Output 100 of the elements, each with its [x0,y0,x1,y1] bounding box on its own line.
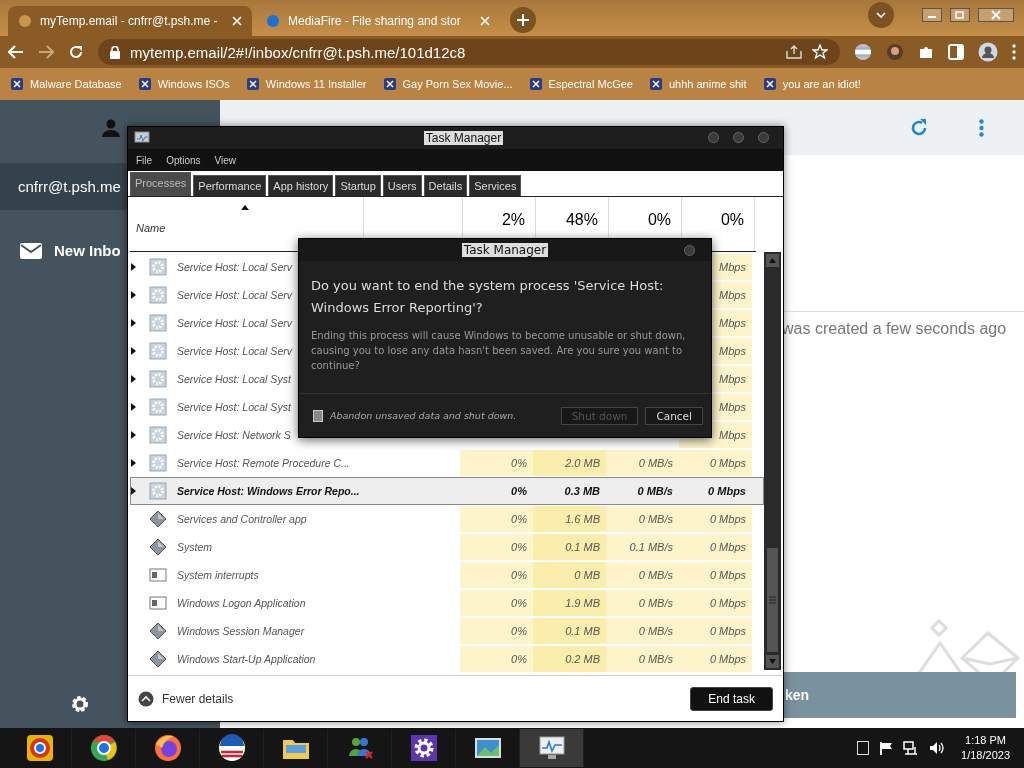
restore-icon[interactable] [950,8,970,22]
expand-arrow-icon[interactable] [131,375,136,383]
site-icon [137,77,152,91]
expand-arrow-icon[interactable] [131,291,136,299]
table-cell-text: 0 Mbps [707,484,747,499]
square-icon[interactable] [857,741,870,755]
tab[interactable]: Performance [193,175,267,196]
profile-icon[interactable] [978,42,998,62]
table-cell: 0% [460,618,533,644]
tab[interactable]: App history [268,175,334,196]
column-header[interactable]: Name [136,222,363,234]
taskbar-button[interactable] [520,729,584,767]
table-cell: 0 MB/s [606,450,679,476]
process-name: Windows Start-Up Application [177,653,316,665]
gear-icon [149,454,167,472]
table-cell-text: 0 MB/s [636,484,674,499]
expand-arrow-icon[interactable] [131,263,136,271]
menu-dots-icon[interactable] [979,118,984,137]
checkbox-label[interactable]: Abandon unsaved data and shut down. [330,410,554,421]
clock[interactable]: 1:18 PM 1/18/2023 [961,733,1010,763]
tab-search-button[interactable] [868,2,894,28]
close-icon[interactable] [978,8,1014,22]
table-cell: 0.1 MB [533,534,606,560]
tab[interactable]: Processes [130,172,192,196]
envelope-icon [20,242,42,259]
new-tab-button[interactable] [510,7,536,33]
table-cell: 0 MB/s [606,562,679,588]
expand-arrow-icon[interactable] [131,459,136,467]
tab[interactable]: Services [469,175,522,196]
table-cell: 1.6 MB [533,506,606,532]
site-icon [18,14,32,28]
settings-icon[interactable] [70,694,90,714]
flag-icon[interactable] [879,741,894,755]
expand-arrow-icon[interactable] [131,319,136,327]
diamond-icon [149,650,167,668]
table-cell: 0 Mbps [679,618,752,644]
back-arrow-icon[interactable] [8,45,24,59]
process-name: Windows Session Manager [177,625,305,637]
minimize-icon[interactable] [922,8,942,22]
scrollbar[interactable] [764,252,781,670]
gear-icon [149,398,167,416]
sidebar-item[interactable]: New Inbo [0,210,127,259]
menu-item[interactable]: View [214,154,237,166]
side-panel-icon[interactable] [948,44,964,60]
gear-icon [149,286,167,304]
network-icon[interactable] [903,741,920,755]
fewer-details-link[interactable]: Fewer details [162,691,234,706]
table-cell: 0 MB/s [606,618,679,644]
expand-arrow-icon[interactable] [131,403,136,411]
process-name: Services and Controller app [177,513,307,525]
maximize-button[interactable] [733,132,744,143]
monitor-icon [134,131,150,145]
expand-arrow-icon[interactable] [131,347,136,355]
window-title: Task Manager [423,131,504,145]
dialog-title: Task Manager [461,243,549,257]
collapse-icon[interactable] [138,690,154,707]
table-cell: 0.2 MB [533,646,606,672]
tab[interactable]: Users [382,175,422,196]
menu-item[interactable]: Options [166,154,201,166]
end-task-button[interactable]: End task [690,686,773,711]
account-address[interactable]: cnfrr@t.psh.me [0,163,127,210]
table-cell: 0 Mbps [679,590,752,616]
share-icon[interactable] [786,45,802,59]
dialog-button[interactable]: Cancel [645,406,703,425]
close-button[interactable] [684,245,695,256]
expand-arrow-icon[interactable] [131,431,136,439]
process-name: Service Host: Local Serv [177,289,292,301]
forward-arrow-icon[interactable] [38,45,54,59]
minimize-button[interactable] [708,132,719,143]
speaker-icon[interactable] [929,741,946,755]
reload-icon[interactable] [68,44,84,60]
table-cell: 0% [460,646,533,672]
gear-icon [149,482,167,500]
table-cell: 0 Mbps [679,450,752,476]
browser-tab[interactable]: myTemp.email - cnfrr@t.psh.me - [8,6,252,36]
table-cell: 0 MB [533,562,606,588]
star-icon[interactable] [812,44,828,60]
table-cell: 2.0 MB [533,450,606,476]
tab[interactable]: Startup [335,175,381,196]
checkbox[interactable] [313,409,323,422]
process-name: System interrupts [177,569,259,581]
table-cell: 0 Mbps [679,562,752,588]
site-icon [762,77,777,91]
window-icon [149,594,167,612]
menu-item[interactable]: File [136,154,153,166]
avatar-icon[interactable] [886,43,904,61]
process-name: Service Host: Local Serv [177,345,292,357]
address-bar[interactable]: mytemp.email/2#!/inbox/cnfrr@t.psh.me/101d12c8 [98,39,840,65]
table-cell: 0% [460,590,533,616]
process-name: Service Host: Local Syst [177,401,291,413]
menu-dots-icon[interactable] [1012,44,1016,60]
expand-arrow-icon[interactable] [131,487,136,495]
table-cell: 0 MB/s [606,590,679,616]
selected-row[interactable]: Service Host: Windows Error Repo... 0% 0.3 MB 0 MB/s 0 Mbps [130,477,764,505]
tab[interactable]: Details [423,175,468,196]
refresh-icon[interactable] [909,117,929,138]
close-button[interactable] [758,132,769,143]
sort-arrow-icon[interactable] [241,205,249,210]
gear-icon [149,258,167,276]
window-icon [149,566,167,584]
